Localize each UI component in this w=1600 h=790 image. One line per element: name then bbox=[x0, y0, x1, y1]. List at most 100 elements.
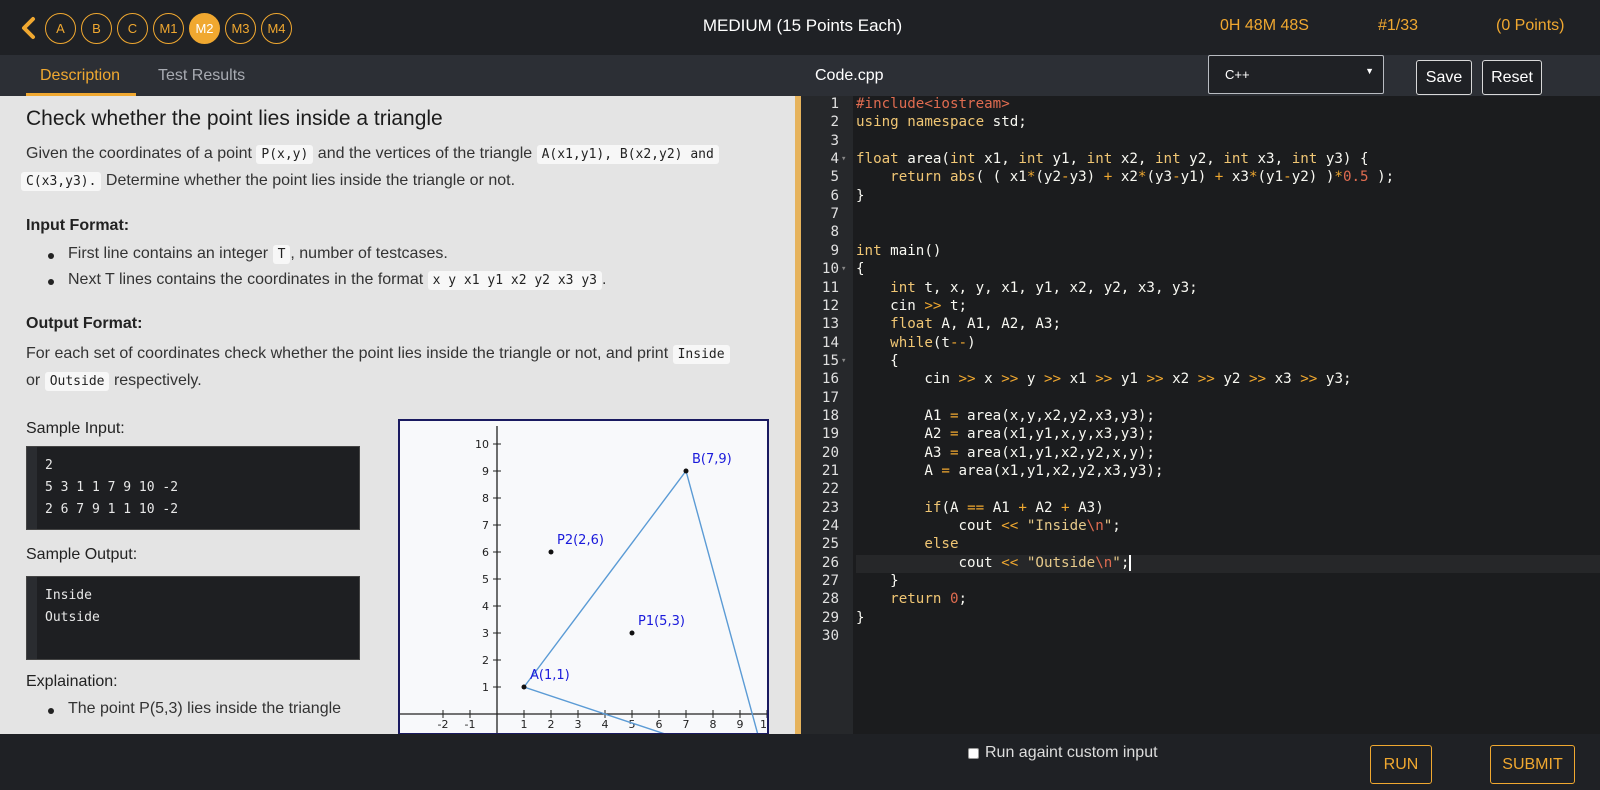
code-line[interactable]: while(t--) bbox=[856, 335, 975, 353]
sample-input-line: 5 3 1 1 7 9 10 -2 bbox=[45, 480, 179, 495]
line-number: 9 bbox=[830, 242, 839, 259]
question-c-button[interactable]: C bbox=[117, 13, 148, 44]
code-line[interactable]: int t, x, y, x1, y1, x2, y2, x3, y3; bbox=[856, 280, 1198, 298]
fold-arrow-icon[interactable]: ▾ bbox=[841, 154, 846, 164]
code-line[interactable]: #include<iostream> bbox=[856, 96, 1010, 114]
tab-test-results[interactable]: Test Results bbox=[158, 67, 245, 85]
fold-arrow-icon[interactable]: ▾ bbox=[841, 264, 846, 274]
top-bar: A B C M1 M2 M3 M4 MEDIUM (15 Points Each) 0H 4… bbox=[0, 0, 1600, 55]
x-tick-label: 6 bbox=[656, 718, 663, 731]
code-editor[interactable]: 1 #include<iostream> 2 using namespace std;… bbox=[801, 96, 1600, 734]
y-tick-label: 8 bbox=[482, 492, 489, 505]
code-line[interactable]: if(A == A1 + A2 + A3) bbox=[856, 500, 1103, 518]
x-tick-label: -1 bbox=[465, 718, 476, 731]
point-marker bbox=[548, 549, 554, 555]
line-number: 16 bbox=[821, 371, 839, 388]
editor-filename: Code.cpp bbox=[815, 67, 884, 84]
custom-input-checkbox[interactable] bbox=[968, 747, 979, 759]
fold-arrow-icon[interactable]: ▾ bbox=[841, 356, 846, 366]
line-number: 11 bbox=[821, 279, 839, 296]
y-tick-label: 2 bbox=[482, 654, 489, 667]
level-title: MEDIUM (15 Points Each) bbox=[702, 16, 903, 35]
dropdown-arrow-icon: ▼ bbox=[1365, 66, 1374, 76]
sample-input-line: 2 6 7 9 1 1 10 -2 bbox=[45, 502, 179, 517]
point-label: A(1,1) bbox=[530, 668, 570, 683]
reset-button[interactable]: Reset bbox=[1482, 60, 1542, 95]
line-number: 22 bbox=[821, 481, 839, 498]
sample-output-line: Outside bbox=[45, 610, 100, 625]
code-line[interactable]: A1 = area(x,y,x2,y2,x3,y3); bbox=[856, 408, 1155, 426]
intro-text: Determine whether the point lies inside … bbox=[105, 172, 516, 189]
question-a-button[interactable]: A bbox=[45, 13, 76, 44]
code-line[interactable]: float A, A1, A2, A3; bbox=[856, 316, 1061, 334]
code-line[interactable]: { bbox=[856, 261, 865, 279]
code-line[interactable]: int main() bbox=[856, 243, 941, 261]
bullet-text: . bbox=[601, 271, 607, 288]
line-number: 7 bbox=[830, 206, 839, 223]
intro-text: and the vertices of the triangle bbox=[317, 145, 533, 162]
code-line[interactable]: } bbox=[856, 188, 865, 206]
question-m2-button[interactable]: M2 bbox=[189, 13, 220, 44]
line-number: 8 bbox=[830, 224, 839, 241]
line-number: 23 bbox=[821, 499, 839, 516]
code-line[interactable]: cout << "Inside\n"; bbox=[856, 518, 1120, 536]
bullet-text: Next T lines contains the coordinates in… bbox=[68, 271, 424, 288]
line-number: 4 bbox=[830, 151, 839, 168]
tab-description[interactable]: Description bbox=[40, 67, 120, 85]
sample-output-box: Inside Outside bbox=[26, 576, 360, 660]
question-m4-button[interactable]: M4 bbox=[261, 13, 292, 44]
line-number: 18 bbox=[821, 407, 839, 424]
question-m3-button[interactable]: M3 bbox=[225, 13, 256, 44]
sample-input-heading: Sample Input: bbox=[26, 420, 125, 437]
code-line[interactable]: } bbox=[856, 573, 899, 591]
list-item: Next T lines contains the coordinates in… bbox=[47, 271, 607, 290]
code-line[interactable]: else bbox=[856, 536, 958, 554]
y-tick-label: 3 bbox=[482, 627, 489, 640]
point-marker bbox=[521, 684, 527, 690]
submit-button[interactable]: SUBMIT bbox=[1490, 745, 1575, 784]
y-tick-label: 1 bbox=[482, 681, 489, 694]
list-item: First line contains an integer T, number… bbox=[48, 245, 448, 264]
language-select-value: C++ bbox=[1225, 67, 1250, 82]
line-number: 27 bbox=[821, 573, 839, 590]
bullet-text: , number of testcases. bbox=[290, 245, 448, 262]
triangle-shape bbox=[522, 469, 759, 733]
custom-input-label: Run againt custom input bbox=[985, 744, 1158, 761]
intro-text: Given the coordinates of a point bbox=[26, 145, 252, 162]
line-number: 30 bbox=[821, 628, 839, 645]
code-line[interactable]: return 0; bbox=[856, 591, 967, 609]
list-item: The point P(5,3) lies inside the triangl… bbox=[47, 700, 341, 718]
y-tick-label: 5 bbox=[482, 573, 489, 586]
x-tick-label: 1 bbox=[521, 718, 528, 731]
run-button[interactable]: RUN bbox=[1370, 745, 1432, 784]
code-line[interactable]: } bbox=[856, 610, 865, 628]
sample-input-box: 2 5 3 1 1 7 9 10 -2 2 6 7 9 1 1 10 -2 bbox=[26, 446, 360, 530]
line-number: 5 bbox=[830, 169, 839, 186]
language-select[interactable]: C++ ▼ bbox=[1208, 55, 1384, 94]
code-line[interactable]: using namespace std; bbox=[856, 114, 1027, 132]
code-line[interactable]: cout << "Outside\n"; bbox=[856, 554, 1600, 574]
output-text: respectively. bbox=[113, 372, 202, 389]
code-line[interactable]: return abs( ( x1*(y2-y3) + x2*(y3-y1) + … bbox=[856, 169, 1394, 187]
line-number: 19 bbox=[821, 426, 839, 443]
x-tick-label: 4 bbox=[602, 718, 609, 731]
y-tick-label: 7 bbox=[482, 519, 489, 532]
sample-output-heading: Sample Output: bbox=[26, 546, 138, 563]
triangle-diagram: -2-11234567891012345678910A(1,1)B(7,9)P2… bbox=[398, 419, 769, 735]
code-line[interactable]: cin >> t; bbox=[856, 298, 967, 316]
question-b-button[interactable]: B bbox=[81, 13, 112, 44]
code-line[interactable]: float area(int x1, int y1, int x2, int y… bbox=[856, 151, 1369, 169]
question-m1-button[interactable]: M1 bbox=[153, 13, 184, 44]
code-line[interactable]: cin >> x >> y >> x1 >> y1 >> x2 >> y2 >>… bbox=[856, 371, 1351, 389]
code-line[interactable]: A2 = area(x1,y1,x,y,x3,y3); bbox=[856, 426, 1155, 444]
code-line[interactable]: { bbox=[856, 353, 899, 371]
line-number: 15 bbox=[821, 352, 839, 369]
outside-code: Outside bbox=[44, 372, 110, 391]
chevron-left-icon[interactable] bbox=[18, 16, 38, 40]
code-line[interactable]: A3 = area(x1,y1,x2,y2,x,y); bbox=[856, 445, 1155, 463]
code-line[interactable]: A = area(x1,y1,x2,y2,x3,y3); bbox=[856, 463, 1163, 481]
save-button[interactable]: Save bbox=[1416, 60, 1472, 95]
problem-title: Check whether the point lies inside a tr… bbox=[26, 107, 443, 130]
x-tick-label: 9 bbox=[737, 718, 744, 731]
custom-input-toggle[interactable]: Run againt custom input bbox=[968, 744, 1158, 762]
